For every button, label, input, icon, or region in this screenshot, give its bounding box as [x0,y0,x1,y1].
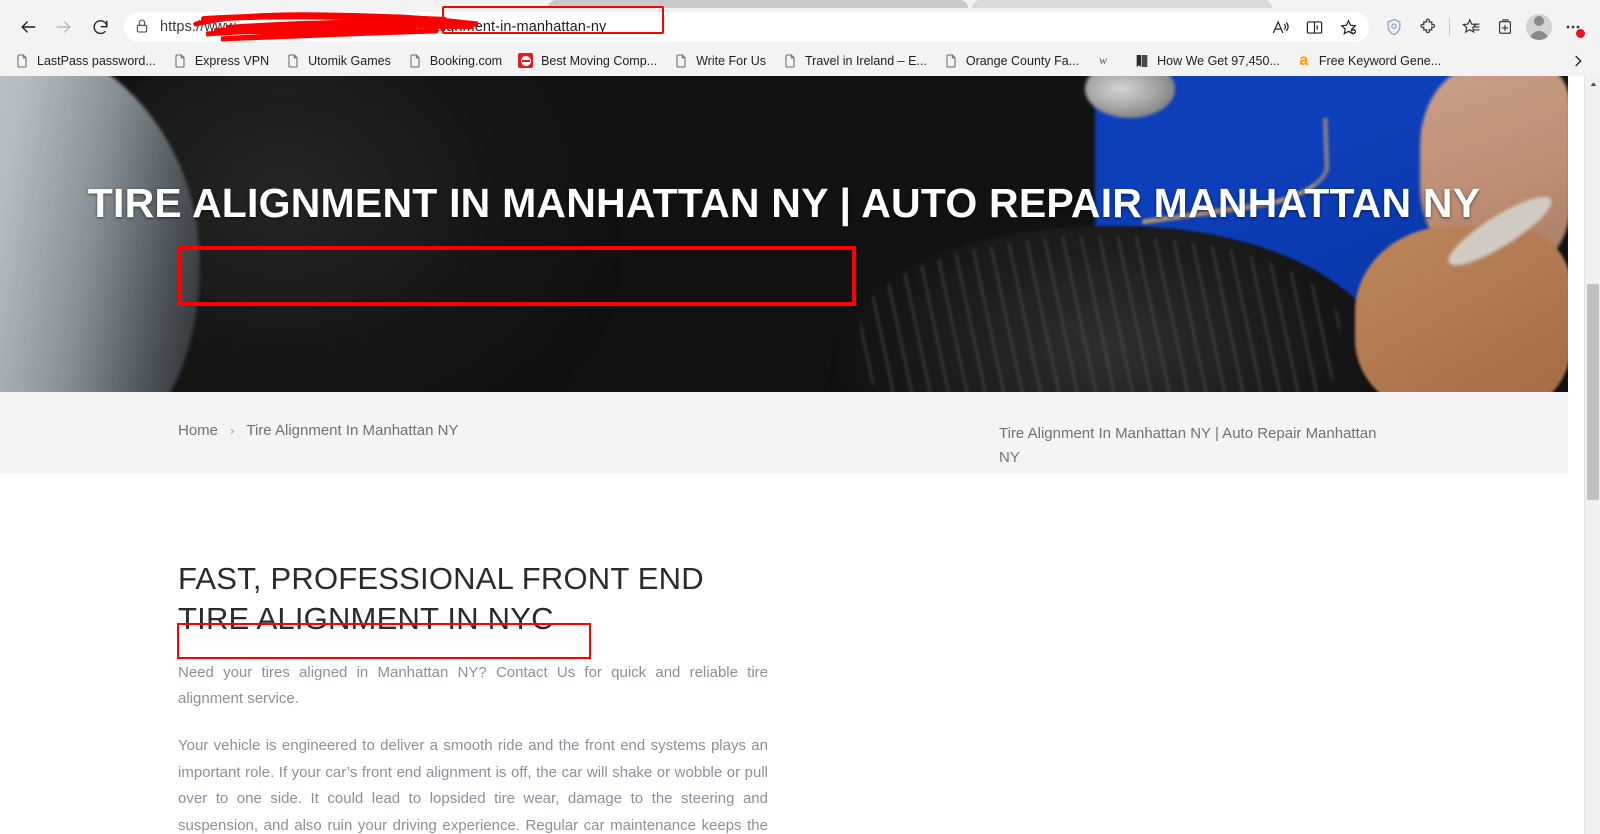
navigation-toolbar: https://www.________________.com/tire-al… [0,6,1600,46]
bookmark-label: Booking.com [429,54,503,68]
hero-banner: TIRE ALIGNMENT IN MANHATTAN NY | AUTO RE… [0,76,1568,392]
document-favicon-icon [172,53,188,69]
bookmark-lastpass[interactable]: LastPass password... [6,49,164,73]
breadcrumb-current: Tire Alignment In Manhattan NY [246,422,459,439]
bookmarks-overflow-chevron-icon[interactable] [1564,46,1592,76]
w-favicon-icon: w [1099,53,1108,67]
bookmark-label: Write For Us [696,54,767,68]
url-text: https://www.________________.com/tire-al… [160,19,606,35]
tab-strip[interactable] [0,0,1600,8]
page-viewport: TIRE ALIGNMENT IN MANHATTAN NY | AUTO RE… [0,76,1600,834]
back-button[interactable] [10,11,46,43]
page-scrollbar[interactable] [1584,76,1600,834]
refresh-button[interactable] [82,11,118,43]
bookmark-orange-county-fair[interactable]: Orange County Fa... [935,49,1087,73]
scrollbar-thumb[interactable] [1587,284,1599,500]
scroll-up-arrow-icon[interactable] [1585,76,1600,93]
hero-title-highlight: TIRE ALIGNMENT IN MANHATTAN NY [87,180,828,226]
section-heading: FAST, PROFESSIONAL FRONT END TIRE ALIGNM… [178,559,768,640]
immersive-reader-icon[interactable] [1297,13,1331,41]
lock-icon[interactable] [134,18,152,36]
lead-paragraph: Need your tires aligned in Manhattan NY?… [178,660,768,713]
lead-before: Need your [178,663,262,681]
browser-window: https://www.________________.com/tire-al… [0,0,1600,834]
bookmark-label: Express VPN [194,54,270,68]
document-favicon-icon [407,53,423,69]
url-text-wrap[interactable]: https://www.________________.com/tire-al… [160,6,1359,42]
hero-background-image [0,76,1568,392]
bookmark-label: LastPass password... [37,54,156,68]
bookmark-free-keyword-generator[interactable]: a Free Keyword Gene... [1288,49,1449,73]
add-favorite-icon[interactable] [1331,13,1365,41]
bookmark-write-for-us[interactable]: Write For Us [665,49,774,73]
amazon-favicon-icon: a [1299,52,1309,69]
avatar [1526,14,1552,40]
main-content: FAST, PROFESSIONAL FRONT END TIRE ALIGNM… [0,474,1568,834]
section-heading-line1: FAST, PROFESSIONAL FRONT END [178,561,704,596]
read-aloud-icon[interactable] [1263,13,1297,41]
shield-tracking-prevention-icon[interactable] [1377,11,1411,43]
document-favicon-icon [285,53,301,69]
bookmark-w-site[interactable]: w [1087,49,1126,73]
breadcrumb-page-title: Tire Alignment In Manhattan NY | Auto Re… [999,425,1377,467]
bookmark-how-we-get[interactable]: How We Get 97,450... [1126,49,1288,73]
document-favicon-icon [782,53,798,69]
bookmark-utomik-games[interactable]: Utomik Games [277,49,399,73]
toolbar-actions [1377,11,1590,43]
bookmarks-bar: LastPass password... Express VPN Utomik … [0,46,1600,76]
address-bar[interactable]: https://www.________________.com/tire-al… [124,6,1369,42]
bookmark-best-moving-company[interactable]: Best Moving Comp... [510,49,665,73]
bookmark-booking-com[interactable]: Booking.com [399,49,510,73]
breadcrumb: Home › Tire Alignment In Manhattan NY [178,422,458,439]
forward-button[interactable] [46,11,82,43]
toolbar-divider [1449,18,1450,36]
bookmark-label: Travel in Ireland – E... [805,54,927,68]
collections-icon[interactable] [1488,11,1522,43]
hero-title-wrap: TIRE ALIGNMENT IN MANHATTAN NY | AUTO RE… [0,180,1568,226]
document-favicon-icon [673,53,689,69]
bookmark-express-vpn[interactable]: Express VPN [164,49,277,73]
breadcrumb-band: Home › Tire Alignment In Manhattan NY Ti… [0,392,1568,474]
omnibox-actions [1263,12,1365,42]
breadcrumb-home-link[interactable]: Home [178,422,218,439]
url-path: /tire-alignment-in-manhattan-ny [401,19,607,35]
book-favicon-icon [1134,53,1150,69]
lead-highlight: tires aligned in Manhattan NY? [261,663,487,681]
favorites-icon[interactable] [1454,11,1488,43]
extensions-icon[interactable] [1411,11,1445,43]
content-column: FAST, PROFESSIONAL FRONT END TIRE ALIGNM… [178,559,768,834]
browser-tab[interactable] [548,0,968,8]
body-paragraph: Your vehicle is engineered to deliver a … [178,736,768,834]
bookmark-label: Orange County Fa... [965,54,1080,68]
hero-title-rest: | AUTO REPAIR MANHATTAN NY [827,180,1481,226]
browser-tab-inactive[interactable] [972,0,1272,8]
page-title: TIRE ALIGNMENT IN MANHATTAN NY | AUTO RE… [80,180,1488,226]
url-domain: https://www.________________.com [160,19,402,35]
document-favicon-icon [14,53,30,69]
red-square-favicon-icon [518,53,534,69]
settings-more-icon[interactable] [1556,11,1590,43]
bookmark-label: How We Get 97,450... [1157,54,1280,68]
bookmark-label: Utomik Games [308,54,391,68]
section-heading-line2: TIRE ALIGNMENT IN NYC [178,601,554,637]
profile-avatar[interactable] [1522,11,1556,43]
bookmark-label: Best Moving Comp... [541,54,658,68]
bookmark-travel-in-ireland[interactable]: Travel in Ireland – E... [774,49,935,73]
update-badge [1575,28,1586,39]
bookmark-label: Free Keyword Gene... [1318,54,1442,68]
web-page: TIRE ALIGNMENT IN MANHATTAN NY | AUTO RE… [0,76,1568,834]
document-favicon-icon [943,53,959,69]
breadcrumb-separator-icon: › [230,423,235,438]
